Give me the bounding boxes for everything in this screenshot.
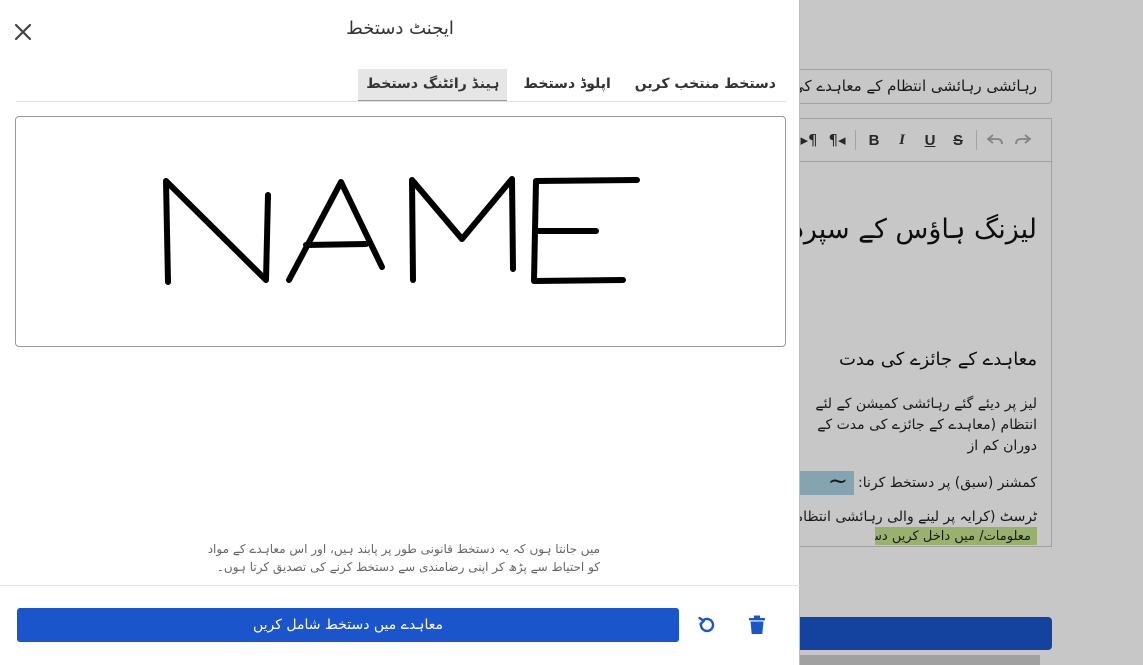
handwritten-signature xyxy=(163,176,640,285)
signature-tabs: ہینڈ رائٹنگ دستخط اپلوڈ دستخط دستخط منتخ… xyxy=(350,69,784,102)
footer-divider xyxy=(0,585,800,586)
modal-title: ایجنٹ دستخط xyxy=(346,18,454,39)
trash-icon[interactable] xyxy=(743,611,771,639)
add-signature-button[interactable]: معاہدے میں دستخط شامل کریں xyxy=(17,608,679,642)
tab-select[interactable]: دستخط منتخب کریں xyxy=(627,69,784,102)
legal-disclaimer: میں جانتا ہوں کہ یہ دستخط قانونی طور پر … xyxy=(207,542,600,574)
tab-handwriting[interactable]: ہینڈ رائٹنگ دستخط xyxy=(358,69,508,102)
agent-signature-modal: ایجنٹ دستخط ہینڈ رائٹنگ دستخط اپلوڈ دستخ… xyxy=(0,0,800,665)
signature-canvas[interactable] xyxy=(15,116,786,347)
undo-icon[interactable] xyxy=(693,611,721,639)
tab-divider xyxy=(16,101,786,102)
tab-upload[interactable]: اپلوڈ دستخط xyxy=(515,69,618,102)
